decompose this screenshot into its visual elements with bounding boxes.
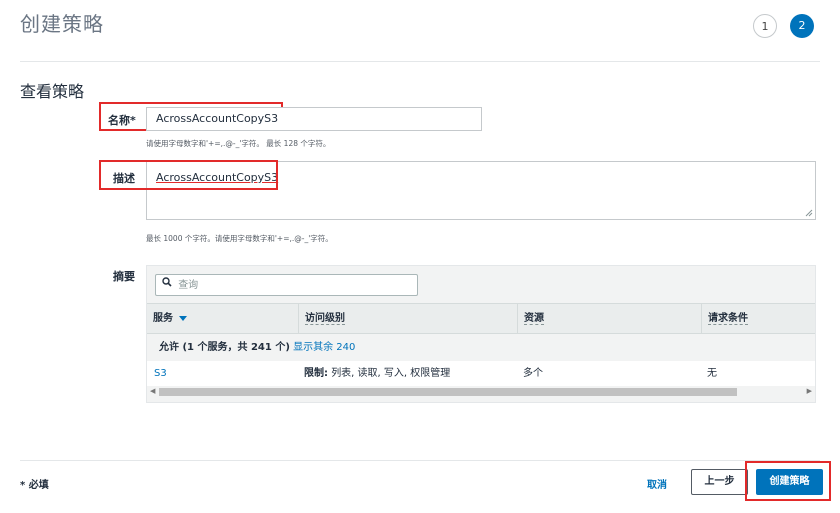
table-row: S3 限制: 列表, 读取, 写入, 权限管理 多个 无 bbox=[147, 361, 815, 386]
scrollbar-thumb[interactable] bbox=[159, 388, 737, 396]
description-hint: 最长 1000 个字符。请使用字母数字和'+=,.@-_'字符。 bbox=[146, 234, 333, 243]
access-level-cell: 限制: 列表, 读取, 写入, 权限管理 bbox=[304, 368, 451, 379]
name-label: 名称* bbox=[108, 114, 136, 127]
section-title: 查看策略 bbox=[20, 82, 85, 101]
summary-table: 查询 服务 访问级别 资源 请求条件 允许 (1 个服务，共 241 个) 显示… bbox=[146, 265, 816, 403]
name-hint: 请使用字母数字和'+=,.@-_'字符。 最长 128 个字符。 bbox=[146, 139, 331, 148]
step-2-indicator: 2 bbox=[790, 14, 814, 38]
page-title: 创建策略 bbox=[20, 12, 104, 36]
previous-button[interactable]: 上一步 bbox=[691, 469, 748, 495]
footer-divider bbox=[20, 460, 820, 461]
cancel-button[interactable]: 取消 bbox=[647, 476, 667, 491]
search-input[interactable]: 查询 bbox=[155, 274, 418, 296]
header-divider bbox=[20, 61, 820, 62]
column-header-service[interactable]: 服务 bbox=[147, 304, 298, 333]
column-header-request-condition[interactable]: 请求条件 bbox=[701, 304, 815, 333]
description-label: 描述 bbox=[113, 172, 135, 185]
search-placeholder: 查询 bbox=[178, 280, 199, 291]
name-field-value: AcrossAccountCopyS3 bbox=[156, 112, 279, 125]
resize-handle-icon[interactable] bbox=[805, 209, 813, 217]
sort-down-icon bbox=[179, 315, 187, 321]
scroll-right-icon[interactable]: ▶ bbox=[807, 387, 812, 395]
column-header-resource[interactable]: 资源 bbox=[517, 304, 701, 333]
show-remaining-link[interactable]: 显示其余 240 bbox=[293, 342, 355, 353]
scroll-left-icon[interactable]: ◀ bbox=[150, 387, 155, 395]
horizontal-scrollbar[interactable]: ◀ ▶ bbox=[147, 386, 815, 398]
resource-cell: 多个 bbox=[523, 368, 543, 379]
column-header-access-level[interactable]: 访问级别 bbox=[298, 304, 517, 333]
service-link-s3[interactable]: S3 bbox=[154, 361, 167, 386]
create-policy-button[interactable]: 创建策略 bbox=[756, 469, 823, 495]
name-field[interactable]: AcrossAccountCopyS3 bbox=[146, 107, 482, 131]
condition-cell: 无 bbox=[707, 368, 717, 379]
group-row: 允许 (1 个服务，共 241 个) 显示其余 240 bbox=[147, 334, 815, 361]
step-1-indicator[interactable]: 1 bbox=[753, 14, 777, 38]
search-icon bbox=[162, 275, 172, 295]
summary-label: 摘要 bbox=[113, 270, 135, 283]
required-note: * 必填 bbox=[20, 480, 49, 491]
group-text: 允许 (1 个服务，共 241 个) bbox=[159, 342, 290, 353]
table-header: 服务 访问级别 资源 请求条件 bbox=[147, 303, 815, 334]
